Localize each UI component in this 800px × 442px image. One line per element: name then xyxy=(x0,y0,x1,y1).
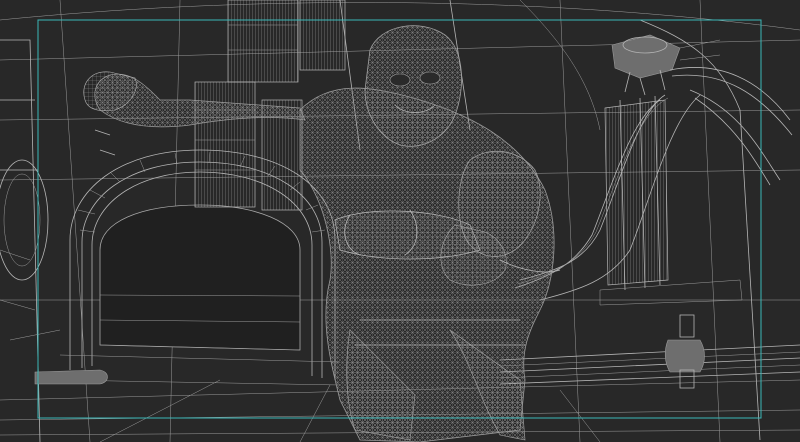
floor-rail xyxy=(499,344,800,385)
hanging-banner-right xyxy=(599,95,743,306)
viewport-canvas[interactable] xyxy=(0,0,800,442)
wireframe-viewport[interactable] xyxy=(0,0,800,442)
